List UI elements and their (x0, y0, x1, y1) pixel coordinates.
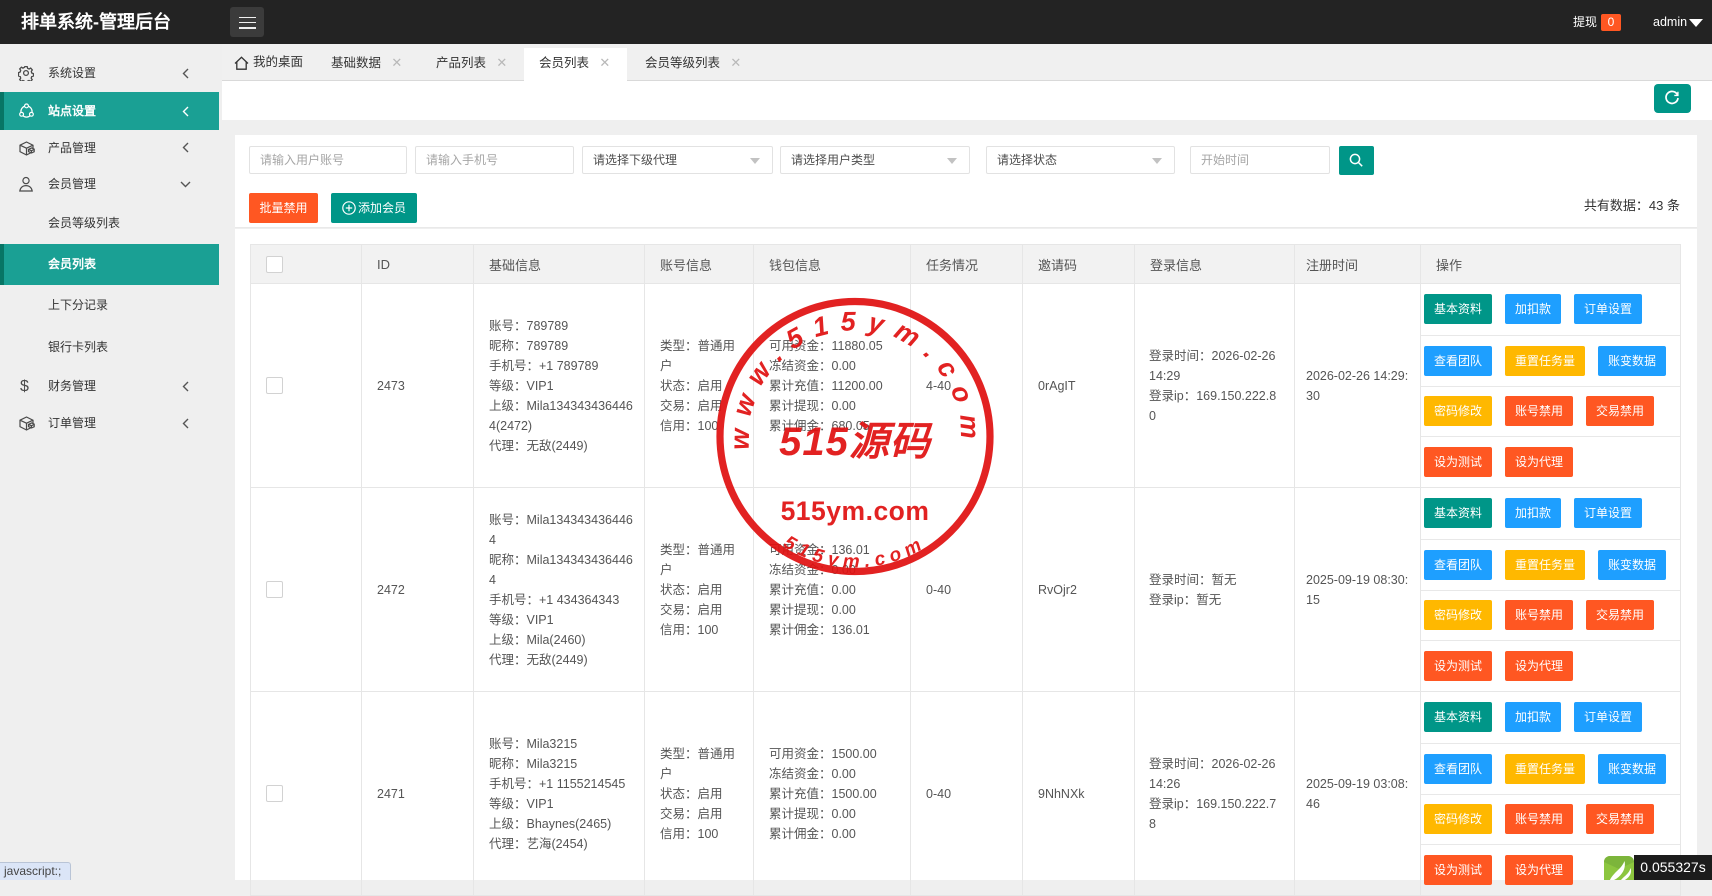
svg-text:515ym.com: 515ym.com (780, 532, 930, 573)
svg-text:515源码: 515源码 (779, 420, 933, 464)
svg-text:515ym.com: 515ym.com (781, 496, 930, 526)
